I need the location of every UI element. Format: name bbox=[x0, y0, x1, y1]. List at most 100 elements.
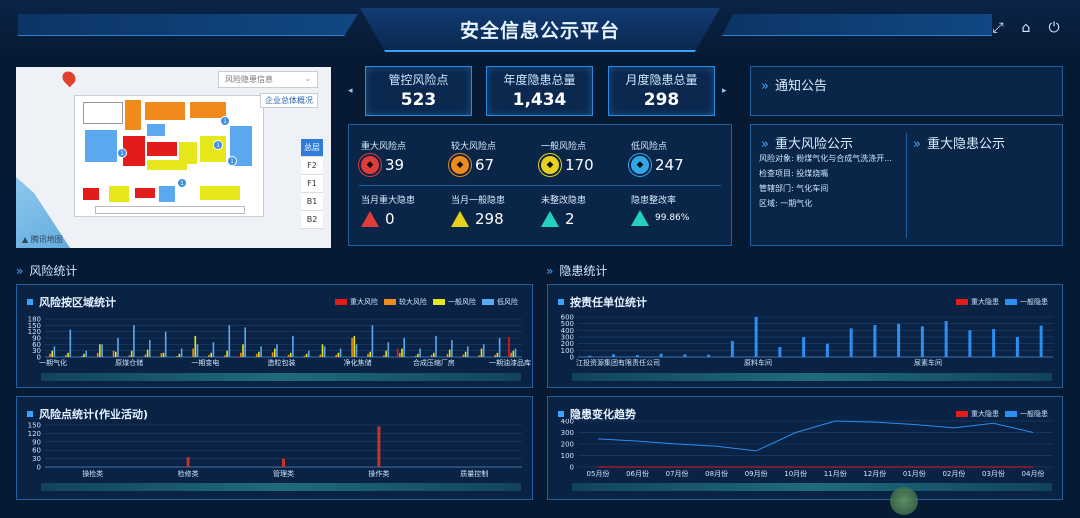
x-tick-label: 原煤仓储 bbox=[115, 358, 143, 367]
next-arrow-icon[interactable]: ▸ bbox=[722, 86, 727, 96]
header-decoration-right bbox=[722, 14, 992, 36]
bar bbox=[446, 353, 449, 357]
stat-value: 39 bbox=[385, 156, 405, 174]
legend-item[interactable]: 重大隐患 bbox=[956, 409, 999, 419]
floor-item[interactable]: F1 bbox=[301, 175, 323, 193]
floating-assistant-icon[interactable] bbox=[890, 487, 918, 515]
map-pin-icon[interactable]: 1 bbox=[213, 140, 223, 150]
y-tick-label: 100 bbox=[561, 452, 574, 460]
stat-label: 重大风险点 bbox=[361, 142, 407, 152]
bar bbox=[287, 354, 290, 357]
bar bbox=[464, 351, 467, 357]
dept-chart[interactable]: 0100200300400500600江投资源集团有限责任公司 原料车间 尿素车间 bbox=[548, 311, 1062, 371]
floor-item[interactable]: F2 bbox=[301, 157, 323, 175]
kpi-value: 1,434 bbox=[512, 90, 567, 110]
bar bbox=[178, 353, 181, 357]
legend-item[interactable]: 较大风险 bbox=[384, 297, 427, 307]
x-tick-label: 检修类 bbox=[178, 469, 199, 478]
bar bbox=[180, 348, 183, 357]
legend-item[interactable]: 一般隐患 bbox=[1005, 297, 1048, 307]
notice-panel[interactable]: » 通知公告 bbox=[750, 66, 1063, 116]
bar bbox=[130, 350, 133, 357]
bar bbox=[260, 346, 262, 357]
building-block bbox=[95, 206, 245, 214]
legend-item[interactable]: 重大风险 bbox=[335, 297, 378, 307]
legend-item[interactable]: 一般风险 bbox=[433, 297, 476, 307]
x-tick-label: 02月份 bbox=[942, 469, 965, 478]
activity-chart[interactable]: 0306090120150 操检类 检修类 管理类 操作类 质量控制 bbox=[17, 419, 532, 481]
chart-scrollbar[interactable] bbox=[572, 373, 1052, 381]
legend-item[interactable]: 重大隐患 bbox=[956, 297, 999, 307]
y-tick-label: 400 bbox=[561, 419, 574, 426]
fullscreen-icon[interactable]: ⤢ bbox=[988, 18, 1008, 38]
map-pin-icon[interactable]: 1 bbox=[177, 178, 187, 188]
home-icon[interactable]: ⌂ bbox=[1016, 18, 1036, 38]
bar bbox=[146, 349, 149, 357]
bar bbox=[849, 328, 853, 357]
bar bbox=[494, 354, 496, 357]
bar bbox=[335, 354, 337, 357]
chart-scrollbar[interactable] bbox=[41, 483, 521, 491]
y-tick-label: 200 bbox=[561, 441, 574, 449]
kpi-label: 管控风险点 bbox=[388, 73, 449, 87]
bar bbox=[514, 348, 517, 357]
chart-scrollbar[interactable] bbox=[41, 373, 521, 381]
bar bbox=[160, 353, 163, 357]
floor-item[interactable]: 总层 bbox=[301, 139, 323, 157]
bar bbox=[802, 337, 806, 357]
bar bbox=[1015, 337, 1019, 357]
x-tick-label: 04月份 bbox=[1022, 469, 1045, 478]
building-block bbox=[145, 102, 185, 120]
trend-chart[interactable]: 0 100 200 300 400 05月份 06月份 07月份 08月份 09月份 10月份 11月… bbox=[548, 419, 1062, 481]
floor-item[interactable]: B1 bbox=[301, 193, 323, 211]
building-block bbox=[147, 142, 177, 156]
area-chart-legend: 重大风险 较大风险 一般风险 低风险 bbox=[335, 297, 518, 307]
x-tick-label: 一期气化 bbox=[39, 358, 67, 367]
logout-icon[interactable]: ⏻ bbox=[1044, 18, 1064, 38]
major-risk-panel: » 重大风险公示 风险对象: 粉煤气化与合成气洗涤开... 检查项目: 投煤烧嘴 … bbox=[750, 124, 1063, 246]
bar bbox=[635, 355, 639, 357]
x-tick-label: 净化焦储 bbox=[344, 358, 372, 367]
bar bbox=[274, 348, 276, 357]
prev-arrow-icon[interactable]: ◂ bbox=[348, 86, 353, 96]
x-tick-label: 03月份 bbox=[982, 469, 1005, 478]
bar bbox=[508, 336, 510, 357]
double-chevron-icon: » bbox=[16, 264, 24, 278]
bar bbox=[659, 353, 663, 357]
site-plan[interactable]: 1 1 1 1 1 bbox=[74, 95, 264, 217]
bar bbox=[369, 351, 371, 357]
bar bbox=[226, 350, 228, 357]
enterprise-overview-button[interactable]: 企业总体概况 bbox=[260, 93, 318, 108]
area-chart[interactable]: 0306090120150180一期气化 原煤仓储 一期变电 造粒包装 净化焦储 合成压缩… bbox=[17, 311, 532, 371]
map-pin-icon[interactable]: 1 bbox=[227, 156, 237, 166]
shield-blue-icon: ◆ bbox=[631, 156, 649, 174]
bar bbox=[873, 325, 877, 357]
bar bbox=[401, 348, 403, 357]
bar bbox=[99, 344, 101, 357]
legend-item[interactable]: 一般隐患 bbox=[1005, 409, 1048, 419]
stat-label: 隐患整改率 bbox=[631, 196, 677, 206]
map-panel[interactable]: 1 1 1 1 1 风险隐患信息 ⌄ 企业总体概况 总层 F2 F1 B1 B2 … bbox=[16, 67, 331, 248]
building-block bbox=[83, 102, 123, 124]
x-tick-label: 尿素车间 bbox=[914, 358, 942, 367]
bar bbox=[414, 355, 417, 357]
floor-item[interactable]: B2 bbox=[301, 211, 323, 229]
major-risk-details[interactable]: 风险对象: 粉煤气化与合成气洗涤开... 检查项目: 投煤烧嘴 管辖部门: 气化… bbox=[759, 151, 899, 211]
bar bbox=[276, 344, 278, 357]
y-tick-label: 0 bbox=[570, 464, 574, 472]
dept-chart-title: 按责任单位统计 bbox=[558, 294, 647, 310]
bar bbox=[255, 353, 258, 357]
stat-label: 当月一般隐患 bbox=[451, 196, 506, 206]
map-pin-icon[interactable]: 1 bbox=[117, 148, 127, 158]
hazard-section-title: » 隐患统计 bbox=[546, 264, 608, 278]
major-risk-title: » 重大风险公示 bbox=[761, 137, 853, 152]
map-pin-icon[interactable]: 1 bbox=[220, 116, 230, 126]
map-layer-select[interactable]: 风险隐患信息 ⌄ bbox=[218, 71, 318, 88]
page-title: 安全信息公示平台 bbox=[459, 20, 620, 42]
x-tick-label: 江投资源集团有限责任公司 bbox=[576, 358, 660, 367]
x-tick-label: 10月份 bbox=[784, 469, 807, 478]
chart-scrollbar[interactable] bbox=[572, 483, 1052, 491]
legend-item[interactable]: 低风险 bbox=[482, 297, 518, 307]
bar bbox=[433, 352, 435, 357]
risk-detail-line: 检查项目: 投煤烧嘴 bbox=[759, 169, 829, 178]
